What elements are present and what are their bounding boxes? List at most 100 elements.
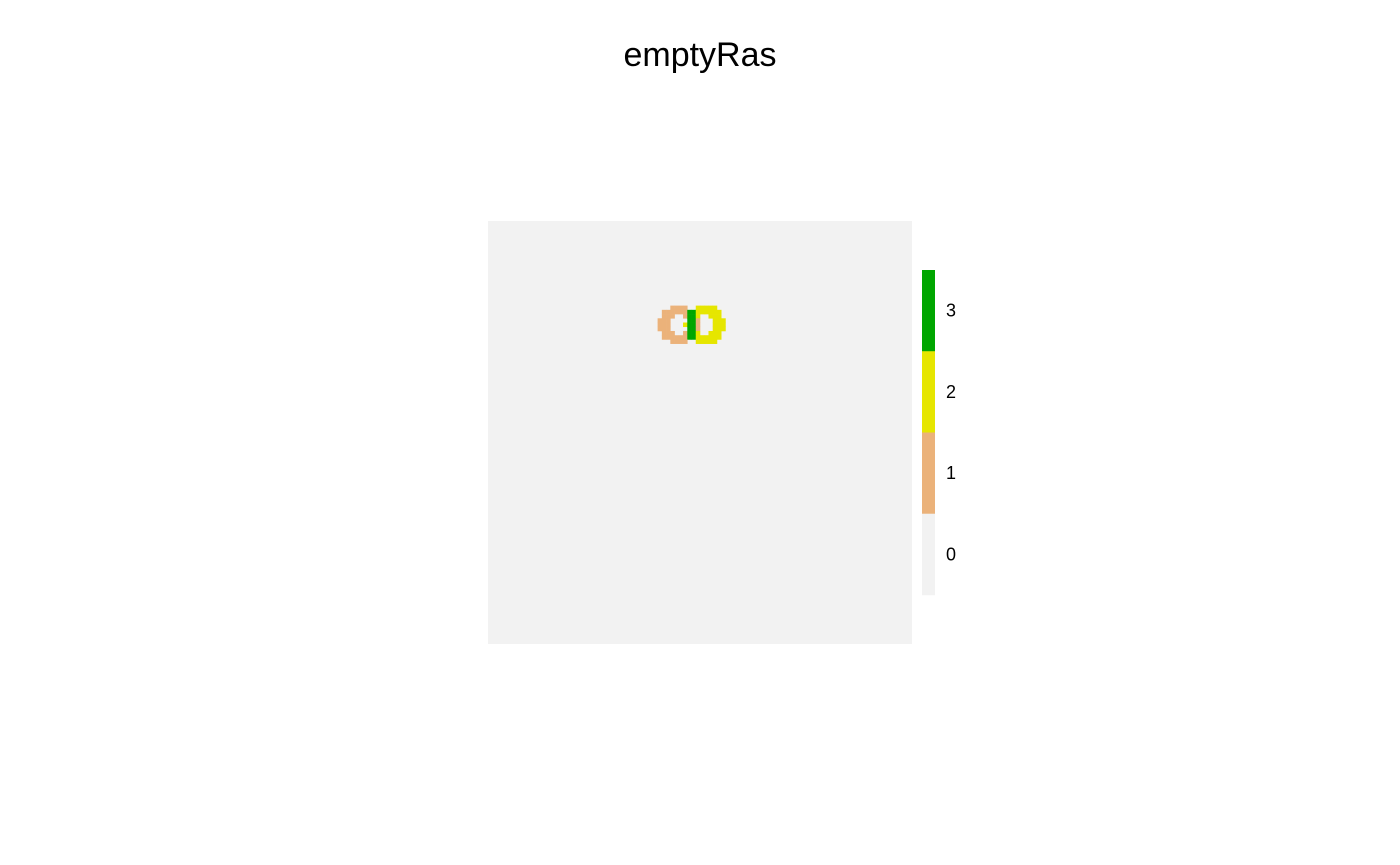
raster-plot: 3 2 1 0: [488, 221, 956, 644]
raster-cell-value-1: [683, 305, 688, 311]
raster-cell-value-2: [712, 335, 718, 340]
raster-cell-value-1: [661, 335, 667, 340]
raster-background: [488, 221, 912, 644]
raster-cell-value-1: [670, 339, 675, 344]
legend-swatch-1: [922, 432, 935, 514]
raster-cell-value-2: [708, 339, 714, 344]
legend-label-3: 3: [946, 301, 956, 321]
raster-cell-value-2: [712, 322, 718, 328]
raster-cell-value-1: [683, 330, 688, 336]
raster-cell-value-2: [695, 339, 701, 344]
raster-cell-value-3: [691, 330, 697, 336]
raster-cell-value-1: [695, 326, 701, 332]
raster-cell-value-2: [716, 318, 722, 323]
legend-label-0: 0: [946, 544, 956, 564]
raster-cell-value-3: [691, 318, 697, 323]
raster-cell-value-1: [657, 322, 663, 328]
raster-cell-value-2: [704, 339, 709, 344]
raster-cell-value-1: [666, 330, 671, 336]
raster-cell-value-1: [666, 326, 671, 332]
raster-cell-value-1: [666, 322, 671, 328]
raster-cell-value-3: [687, 335, 692, 340]
raster-cell-value-3: [687, 314, 692, 319]
raster-cell-value-1: [683, 309, 688, 315]
raster-cell-value-1: [661, 322, 667, 328]
raster-cell-value-2: [712, 314, 718, 319]
legend-swatch-2: [922, 351, 935, 433]
raster-cell-value-1: [666, 335, 671, 340]
raster-cell-value-2: [700, 339, 705, 344]
raster-cell-value-1: [666, 309, 671, 315]
raster-cell-value-1: [661, 309, 667, 315]
raster-cell-value-1: [657, 326, 663, 332]
raster-cell-value-2: [712, 326, 718, 332]
raster-cell-value-1: [670, 314, 675, 319]
raster-cell-value-1: [661, 318, 667, 323]
raster-cell-value-2: [712, 318, 718, 323]
raster-cell-value-2: [708, 309, 714, 315]
legend-swatch-3: [922, 270, 935, 352]
raster-cell-value-1: [661, 326, 667, 332]
raster-cell-value-2: [700, 335, 705, 340]
raster-cell-value-2: [716, 335, 722, 340]
raster-cell-value-1: [695, 318, 701, 323]
raster-cell-value-1: [683, 339, 688, 344]
raster-cell-value-3: [687, 322, 692, 328]
raster-cell-value-2: [695, 309, 701, 315]
raster-cell-value-2: [704, 305, 709, 311]
raster-cell-value-2: [700, 309, 705, 315]
raster-cell-value-2: [716, 322, 722, 328]
raster-cell-value-2: [712, 339, 718, 344]
legend-label-1: 1: [946, 463, 956, 483]
legend: 3 2 1 0: [922, 270, 956, 596]
raster-cell-value-3: [687, 318, 692, 323]
raster-cell-value-2: [721, 318, 726, 323]
raster-cell-value-2: [683, 322, 688, 328]
raster-cell-value-3: [687, 309, 692, 315]
raster-cell-value-1: [661, 330, 667, 336]
raster-cell-value-1: [683, 314, 688, 319]
raster-cells: [488, 221, 912, 644]
raster-cell-value-2: [695, 314, 701, 319]
raster-cell-value-1: [670, 335, 675, 340]
raster-cell-value-2: [716, 330, 722, 336]
raster-cell-value-2: [704, 335, 709, 340]
raster-cell-value-2: [712, 305, 718, 311]
raster-cell-value-1: [670, 309, 675, 315]
raster-cell-value-2: [708, 314, 714, 319]
raster-cell-value-1: [666, 318, 671, 323]
raster-cell-value-3: [687, 330, 692, 336]
raster-cell-value-3: [691, 314, 697, 319]
raster-cell-value-1: [674, 335, 680, 340]
legend-label-2: 2: [946, 382, 956, 402]
raster-cell-value-2: [695, 305, 701, 311]
raster-cell-value-2: [708, 330, 714, 336]
raster-cell-value-1: [657, 318, 663, 323]
raster-cell-value-1: [666, 314, 671, 319]
raster-cell-value-3: [691, 326, 697, 332]
raster-cell-value-2: [708, 305, 714, 311]
raster-cell-value-1: [674, 309, 680, 315]
raster-cell-value-1: [670, 305, 675, 311]
raster-cell-value-3: [691, 335, 697, 340]
raster-cell-value-2: [712, 330, 718, 336]
raster-cell-value-1: [683, 335, 688, 340]
raster-cell-value-2: [695, 335, 701, 340]
raster-cell-value-3: [691, 322, 697, 328]
raster-cell-value-1: [674, 339, 680, 344]
raster-cell-value-1: [674, 305, 680, 311]
raster-cell-value-1: [678, 309, 684, 315]
raster-cell-value-1: [678, 339, 684, 344]
raster-cell-value-1: [678, 305, 684, 311]
raster-cell-value-2: [712, 309, 718, 315]
raster-cell-value-2: [721, 322, 726, 328]
raster-cell-value-2: [708, 335, 714, 340]
raster-cell-value-1: [678, 335, 684, 340]
raster-cell-value-2: [716, 314, 722, 319]
raster-cell-value-2: [700, 305, 705, 311]
raster-cell-value-1: [695, 322, 701, 328]
raster-cell-value-1: [661, 314, 667, 319]
raster-cell-value-2: [704, 309, 709, 315]
raster-cell-value-3: [691, 309, 697, 315]
legend-swatch-0: [922, 513, 935, 596]
